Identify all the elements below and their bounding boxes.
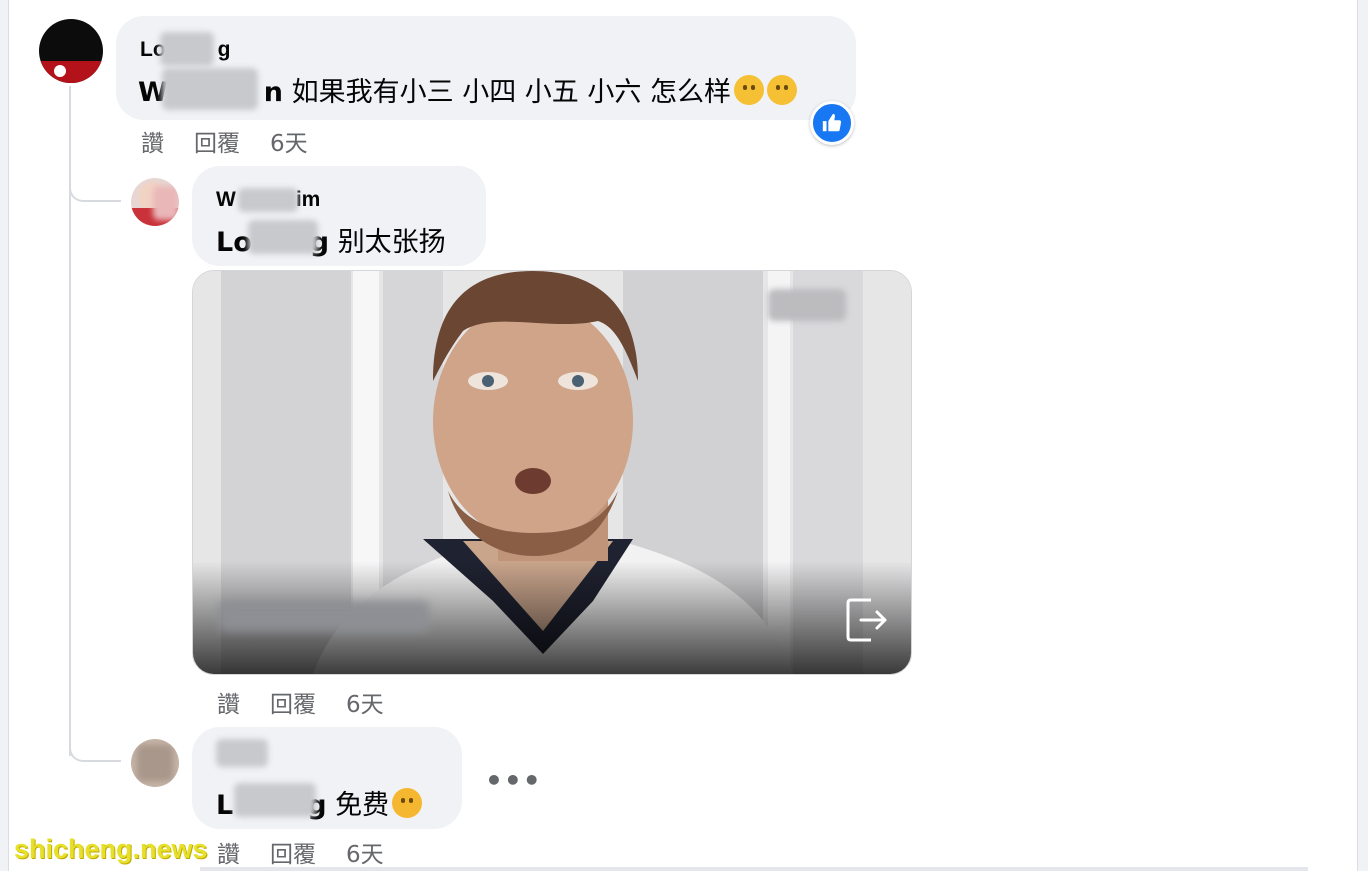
comment-bubble: Lg 免费 — [192, 727, 462, 829]
reply-button[interactable]: 回覆 — [194, 124, 240, 158]
avatar-dot — [52, 63, 68, 79]
redaction-mark — [216, 739, 268, 767]
redaction-mark — [238, 188, 298, 212]
redaction-mark — [160, 32, 214, 66]
watermark-text: shicheng.news — [14, 834, 208, 864]
like-reaction-badge[interactable] — [810, 101, 854, 145]
redaction-mark — [234, 783, 316, 817]
rolling-laughing-icon — [392, 788, 423, 818]
avatar[interactable] — [39, 19, 103, 83]
gif-image — [193, 271, 911, 674]
redaction-mark — [162, 68, 258, 110]
comment-timestamp[interactable]: 6天 — [346, 685, 384, 719]
gif-attachment[interactable] — [192, 270, 912, 675]
thread-connector — [69, 730, 121, 762]
avatar[interactable] — [131, 739, 179, 787]
redaction-mark — [153, 186, 179, 220]
mention-end: n — [263, 77, 284, 108]
mention-start: L — [216, 790, 234, 821]
mention-start: Lo — [216, 227, 252, 258]
comment-body: 如果我有小三 小四 小五 小六 怎么样 — [291, 77, 731, 108]
share-icon[interactable] — [843, 596, 891, 644]
thread-connector — [69, 170, 121, 202]
like-button[interactable]: 讚 — [141, 124, 164, 158]
thinking-face-icon — [766, 75, 797, 105]
comment-body: 免费 — [335, 790, 390, 821]
reply-button[interactable]: 回覆 — [270, 685, 316, 719]
comment-bubble: Lo g Wn 如果我有小三 小四 小五 小六 怎么样 — [116, 16, 856, 120]
window-frame-left — [0, 0, 9, 871]
comment-timestamp[interactable]: 6天 — [270, 124, 308, 158]
comment-actions: 讚回覆 6天 — [217, 685, 414, 719]
redaction-mark — [248, 220, 318, 254]
comment-bubble: Wim Lo g 别太张扬 — [192, 166, 486, 266]
comment-timestamp[interactable]: 6天 — [346, 835, 384, 869]
like-button[interactable]: 讚 — [217, 685, 240, 719]
thumbs-up-icon — [822, 113, 842, 132]
comment-body: 别太张扬 — [337, 227, 446, 258]
like-button[interactable]: 讚 — [217, 835, 240, 869]
author-name-start: W — [216, 188, 236, 211]
window-frame-right — [1357, 0, 1368, 871]
author-name-end: im — [295, 188, 321, 211]
comment-actions: 讚回覆 6天 — [217, 835, 414, 869]
window-frame-bottom — [200, 867, 1308, 871]
avatar-badge — [39, 61, 103, 83]
reply-button[interactable]: 回覆 — [270, 835, 316, 869]
avatar[interactable] — [131, 178, 179, 226]
more-options-button[interactable]: ••• — [485, 764, 542, 797]
thinking-face-icon — [733, 75, 764, 105]
redaction-mark — [137, 745, 173, 781]
comment-actions: 讚回覆 6天 — [141, 124, 338, 158]
author-name-end: g — [217, 38, 231, 61]
